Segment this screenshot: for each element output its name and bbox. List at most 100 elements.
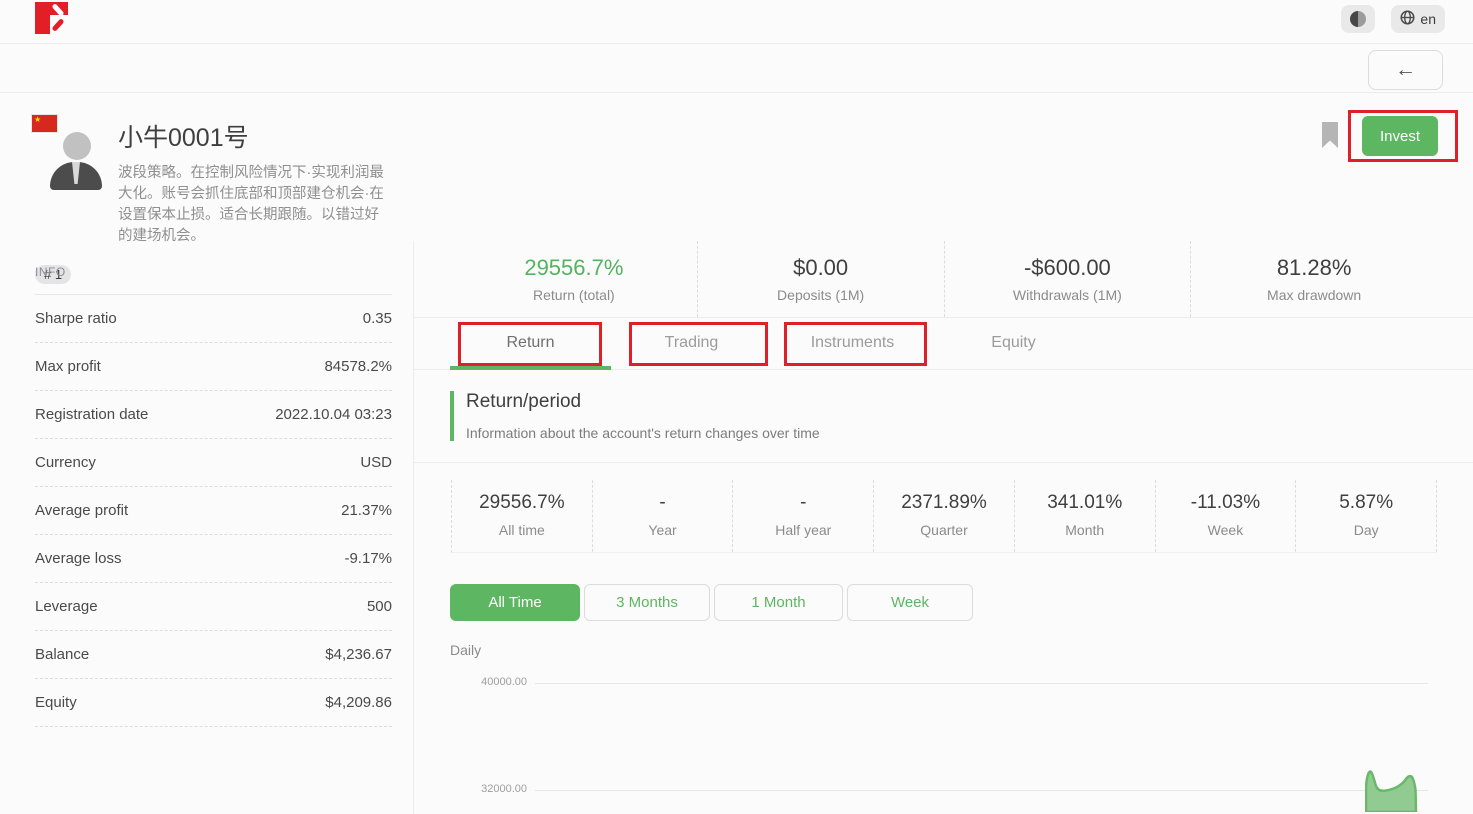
stat-label: Withdrawals (1M): [945, 287, 1191, 303]
stat-value: 29556.7%: [451, 255, 697, 281]
info-row-average-profit: Average profit 21.37%: [35, 487, 392, 535]
tabs-row: Return Trading Instruments Equity: [414, 318, 1473, 370]
stat-max-drawdown: 81.28% Max drawdown: [1190, 241, 1437, 317]
stat-deposits: $0.00 Deposits (1M): [697, 241, 944, 317]
info-value: $4,209.86: [325, 694, 392, 711]
gridline: [535, 683, 1428, 684]
info-row-max-profit: Max profit 84578.2%: [35, 343, 392, 391]
period-year: - Year: [593, 480, 734, 552]
period-quarter: 2371.89% Quarter: [874, 480, 1015, 552]
period-value: 341.01%: [1015, 492, 1155, 514]
topbar-actions: en: [1341, 2, 1445, 33]
invest-button[interactable]: Invest: [1362, 116, 1438, 156]
info-row-equity: Equity $4,209.86: [35, 679, 392, 727]
stat-return-total: 29556.7% Return (total): [451, 241, 697, 317]
info-value: 500: [367, 598, 392, 615]
info-value: 2022.10.04 03:23: [275, 406, 392, 423]
info-title: INFO: [35, 265, 392, 279]
theme-half-circle-icon: [1350, 11, 1366, 27]
period-value: -: [593, 492, 733, 514]
period-label: Month: [1015, 522, 1155, 538]
tab-instruments[interactable]: Instruments: [772, 318, 933, 369]
y-axis-tick: 40000.00: [437, 676, 527, 688]
info-label: Registration date: [35, 406, 148, 423]
range-all-time-button[interactable]: All Time: [450, 584, 580, 621]
info-value: -9.17%: [344, 550, 392, 567]
return-chart: 40000.00 32000.00: [414, 658, 1473, 812]
globe-icon: [1400, 10, 1415, 28]
account-name: 小牛0001号: [118, 118, 390, 154]
info-row-leverage: Leverage 500: [35, 583, 392, 631]
subbar: ←: [0, 44, 1473, 93]
info-row-registration-date: Registration date 2022.10.04 03:23: [35, 391, 392, 439]
language-label: en: [1420, 11, 1436, 27]
info-label: Equity: [35, 694, 77, 711]
period-value: -11.03%: [1156, 492, 1296, 514]
info-value: $4,236.67: [325, 646, 392, 663]
range-1-month-button[interactable]: 1 Month: [714, 584, 843, 621]
period-label: Day: [1296, 522, 1436, 538]
main-content: 29556.7% Return (total) $0.00 Deposits (…: [414, 241, 1473, 814]
tab-trading[interactable]: Trading: [611, 318, 772, 369]
profile-text: 小牛0001号 波段策略。在控制风险情况下·实现利润最大化。账号会抓住底部和顶部…: [118, 118, 390, 247]
stat-withdrawals: -$600.00 Withdrawals (1M): [944, 241, 1191, 317]
theme-toggle-button[interactable]: [1341, 5, 1375, 33]
range-3-months-button[interactable]: 3 Months: [584, 584, 710, 621]
tab-equity[interactable]: Equity: [933, 318, 1094, 369]
tab-return[interactable]: Return: [450, 318, 611, 369]
range-filter-row: All Time 3 Months 1 Month Week: [450, 584, 1473, 621]
period-month: 341.01% Month: [1015, 480, 1156, 552]
period-label: Half year: [733, 522, 873, 538]
return-period-section: Return/period Information about the acco…: [414, 370, 1473, 463]
info-row-sharpe-ratio: Sharpe ratio 0.35: [35, 295, 392, 343]
stat-value: $0.00: [698, 255, 944, 281]
bookmark-icon: [1320, 121, 1340, 149]
info-label: Max profit: [35, 358, 101, 375]
section-subtitle: Information about the account's return c…: [466, 425, 1473, 441]
range-week-button[interactable]: Week: [847, 584, 973, 621]
stat-value: 81.28%: [1191, 255, 1437, 281]
stat-label: Deposits (1M): [698, 287, 944, 303]
period-all-time: 29556.7% All time: [452, 480, 593, 552]
section-title: Return/period: [466, 391, 1473, 413]
back-arrow-icon: ←: [1395, 58, 1416, 81]
period-label: Quarter: [874, 522, 1014, 538]
info-value: USD: [360, 454, 392, 471]
info-row-average-loss: Average loss -9.17%: [35, 535, 392, 583]
info-label: Sharpe ratio: [35, 310, 117, 327]
chart-frequency-label: Daily: [450, 642, 1473, 658]
stat-value: -$600.00: [945, 255, 1191, 281]
bookmark-button[interactable]: [1320, 121, 1340, 152]
period-label: All time: [452, 522, 592, 538]
info-label: Balance: [35, 646, 89, 663]
period-label: Week: [1156, 522, 1296, 538]
fbs-logo[interactable]: [35, 2, 68, 34]
fbs-logo-icon: [35, 2, 68, 34]
info-row-currency: Currency USD: [35, 439, 392, 487]
period-label: Year: [593, 522, 733, 538]
profile-header: ★ # 1 小牛0001号 波段策略。在控制风险情况下·实现利润最大化。账号会抓…: [0, 93, 1473, 240]
gridline: [535, 790, 1428, 791]
period-half-year: - Half year: [733, 480, 874, 552]
period-value: 5.87%: [1296, 492, 1436, 514]
info-value: 0.35: [363, 310, 392, 327]
info-value: 84578.2%: [324, 358, 392, 375]
info-row-balance: Balance $4,236.67: [35, 631, 392, 679]
period-value: -: [733, 492, 873, 514]
stat-label: Return (total): [451, 287, 697, 303]
topbar: en: [0, 0, 1473, 44]
info-label: Currency: [35, 454, 96, 471]
account-description: 波段策略。在控制风险情况下·实现利润最大化。账号会抓住底部和顶部建仓机会·在设置…: [118, 163, 390, 247]
back-button[interactable]: ←: [1368, 50, 1443, 90]
summary-stats-row: 29556.7% Return (total) $0.00 Deposits (…: [414, 241, 1473, 318]
info-label: Average loss: [35, 550, 121, 567]
period-day: 5.87% Day: [1296, 480, 1437, 552]
language-button[interactable]: en: [1391, 5, 1445, 33]
stat-label: Max drawdown: [1191, 287, 1437, 303]
page: en ← ★ # 1 小牛0001号 波段策略。在控制风险情况下·实现利润最大化…: [0, 0, 1473, 814]
info-label: Average profit: [35, 502, 128, 519]
avatar: [48, 120, 104, 188]
period-value: 2371.89%: [874, 492, 1014, 514]
info-label: Leverage: [35, 598, 98, 615]
period-week: -11.03% Week: [1156, 480, 1297, 552]
